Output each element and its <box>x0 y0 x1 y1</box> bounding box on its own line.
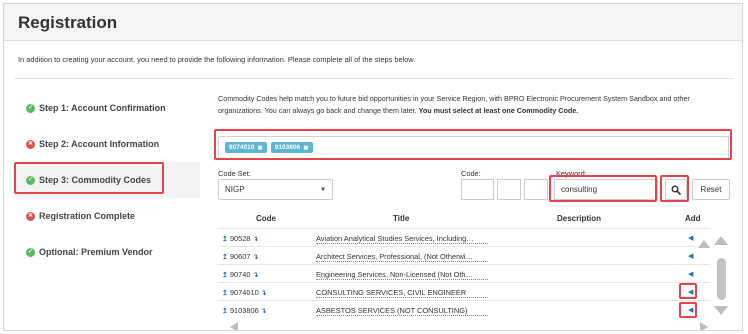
table-row: ↥ 9103806 ↴ ASBESTOS SERVICES (NOT CONSU… <box>218 300 710 318</box>
step-label: Step 3: Commodity Codes <box>39 175 152 185</box>
selected-code-tag[interactable]: 9103806 ✖ <box>270 142 313 153</box>
code-label: Code: <box>461 169 481 178</box>
page-header: Registration <box>4 4 742 41</box>
up-arrow-icon[interactable]: ↥ <box>222 272 228 279</box>
scroll-up-icon[interactable] <box>698 240 710 248</box>
scroll-left-icon[interactable] <box>230 322 238 330</box>
tag-label: 9074010 <box>229 144 255 151</box>
down-arrow-icon[interactable]: ↴ <box>253 236 259 243</box>
title-cell[interactable]: Aviation Analytical Studies Services, In… <box>316 234 488 244</box>
steps-sidebar: ✓ Step 1: Account Confirmation ✕ Step 2:… <box>14 90 200 270</box>
commodity-table: ↥ 90528 ↴ Aviation Analytical Studies Se… <box>218 228 710 318</box>
step-account-confirmation[interactable]: ✓ Step 1: Account Confirmation <box>14 90 200 126</box>
scroll-right-icon[interactable] <box>700 322 708 330</box>
remove-tag-icon[interactable]: ✖ <box>303 144 308 152</box>
code-set-label: Code Set: <box>218 169 251 178</box>
selected-codes-box[interactable]: 9074010 ✖ 9103806 ✖ <box>218 136 729 160</box>
commodity-requirement-text: You must select at least one Commodity C… <box>418 106 579 115</box>
code-cell: ↥ 90528 ↴ <box>222 234 259 243</box>
step-label: Registration Complete <box>39 211 136 221</box>
keyword-label: Keyword: <box>556 169 587 178</box>
code-input-1[interactable] <box>461 179 494 200</box>
title-cell[interactable]: Architect Services, Professional, (Not O… <box>316 252 488 262</box>
reset-button[interactable]: Reset <box>692 179 730 200</box>
up-arrow-icon[interactable]: ↥ <box>222 254 228 261</box>
down-arrow-icon[interactable]: ↴ <box>261 290 267 297</box>
keyword-input[interactable]: consulting <box>554 179 658 200</box>
column-header-code: Code <box>256 214 276 223</box>
vertical-scrollbar[interactable] <box>698 234 740 324</box>
table-row: ↥ 90607 ↴ Architect Services, Profession… <box>218 246 710 264</box>
up-arrow-icon[interactable]: ↥ <box>222 308 228 315</box>
commodity-description: Commodity Codes help match you to future… <box>218 93 728 117</box>
title-cell[interactable]: Engineering Services, Non-Licensed (Not … <box>316 270 488 280</box>
scroll-up-icon[interactable] <box>714 236 728 245</box>
add-icon[interactable]: ◀ <box>688 270 693 278</box>
page-title: Registration <box>18 13 118 32</box>
error-circle-icon: ✕ <box>26 211 35 221</box>
down-arrow-icon[interactable]: ↴ <box>253 272 259 279</box>
divider <box>14 78 734 79</box>
intro-text: In addition to creating your account, yo… <box>18 55 416 64</box>
table-row: ↥ 90528 ↴ Aviation Analytical Studies Se… <box>218 228 710 246</box>
code-set-value: NIGP <box>225 185 245 194</box>
code-set-select[interactable]: NIGP ▼ <box>218 179 333 200</box>
check-circle-icon: ✓ <box>26 247 35 257</box>
code-cell: ↥ 90607 ↴ <box>222 252 259 261</box>
code-cell: ↥ 9103806 ↴ <box>222 306 267 315</box>
selected-code-tag[interactable]: 9074010 ✖ <box>225 142 267 153</box>
tag-label: 9103806 <box>274 144 301 151</box>
table-row: ↥ 90740 ↴ Engineering Services, Non-Lice… <box>218 264 710 282</box>
column-header-description: Description <box>557 214 602 223</box>
up-arrow-icon[interactable]: ↥ <box>222 236 228 243</box>
step-premium-vendor[interactable]: ✓ Optional: Premium Vendor <box>14 234 200 270</box>
registration-panel: Registration In addition to creating you… <box>3 3 743 331</box>
title-cell[interactable]: ASBESTOS SERVICES (NOT CONSULTING) <box>316 306 488 316</box>
add-icon[interactable]: ◀ <box>688 252 693 260</box>
search-button[interactable] <box>665 179 687 200</box>
code-input-2[interactable] <box>497 179 521 200</box>
step-label: Step 2: Account Information <box>39 139 160 149</box>
commodity-codes-panel: Commodity Codes help match you to future… <box>218 93 738 316</box>
down-arrow-icon[interactable]: ↴ <box>253 254 259 261</box>
step-label: Step 1: Account Confirmation <box>39 103 166 113</box>
step-label: Optional: Premium Vendor <box>39 247 153 257</box>
code-cell: ↥ 90740 ↴ <box>222 270 259 279</box>
step-registration-complete[interactable]: ✕ Registration Complete <box>14 198 200 234</box>
code-cell: ↥ 9074010 ↴ <box>222 288 267 297</box>
column-header-add: Add <box>685 214 701 223</box>
add-icon[interactable]: ◀ <box>688 234 693 242</box>
down-arrow-icon[interactable]: ↴ <box>261 308 267 315</box>
table-row: ↥ 9074010 ↴ CONSULTING SERVICES, CIVIL E… <box>218 282 710 300</box>
check-circle-icon: ✓ <box>26 175 35 185</box>
add-icon[interactable]: ◀ <box>688 288 693 296</box>
column-header-title: Title <box>393 214 410 223</box>
scroll-down-icon[interactable] <box>714 306 728 315</box>
check-circle-icon: ✓ <box>26 103 35 113</box>
title-cell[interactable]: CONSULTING SERVICES, CIVIL ENGINEER <box>316 288 488 298</box>
error-circle-icon: ✕ <box>26 139 35 149</box>
scrollbar-thumb[interactable] <box>717 258 726 300</box>
search-icon <box>671 185 681 195</box>
remove-tag-icon[interactable]: ✖ <box>257 144 262 152</box>
caret-down-icon: ▼ <box>320 186 326 193</box>
add-icon[interactable]: ◀ <box>688 306 693 314</box>
up-arrow-icon[interactable]: ↥ <box>222 290 228 297</box>
step-commodity-codes[interactable]: ✓ Step 3: Commodity Codes <box>14 162 200 198</box>
code-input-3[interactable] <box>524 179 548 200</box>
step-account-information[interactable]: ✕ Step 2: Account Information <box>14 126 200 162</box>
